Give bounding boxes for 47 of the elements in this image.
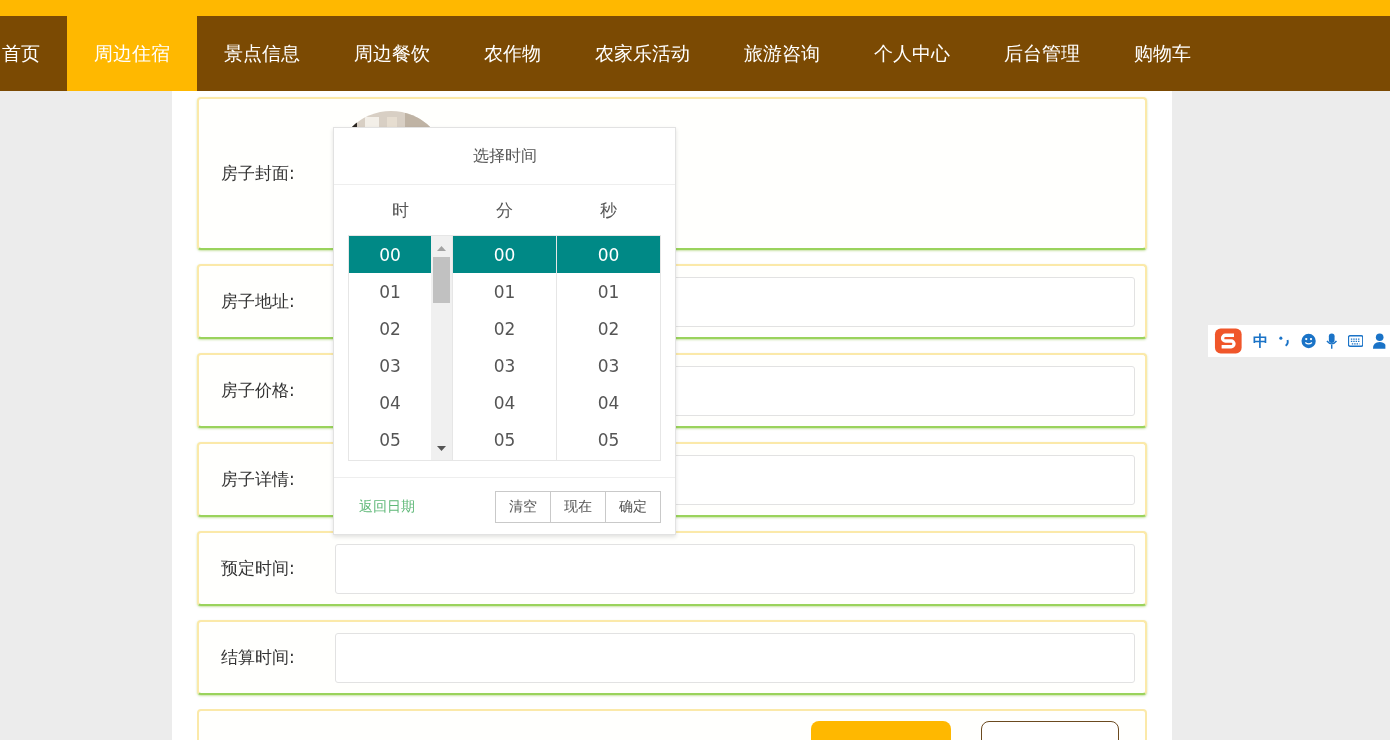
nav-item[interactable]: 农家乐活动 (568, 16, 717, 91)
picker-button[interactable]: 确定 (605, 490, 661, 523)
time-option[interactable]: 04 (453, 384, 556, 421)
field-label: 房子地址: (221, 290, 296, 313)
nav-item[interactable]: 个人中心 (847, 16, 977, 91)
field-label: 结算时间: (221, 646, 296, 669)
keyboard-icon[interactable] (1347, 335, 1363, 347)
time-option[interactable]: 05 (453, 421, 556, 458)
time-option[interactable]: 05 (557, 421, 660, 458)
time-option[interactable]: 05 (349, 421, 431, 458)
scrollbar[interactable] (431, 236, 452, 460)
picker-button[interactable]: 现在 (550, 490, 606, 523)
time-option[interactable]: 02 (453, 310, 556, 347)
nav-item[interactable]: 旅游咨询 (717, 16, 847, 91)
nav-item[interactable]: 购物车 (1107, 16, 1218, 91)
time-option[interactable]: 01 (557, 273, 660, 310)
nav-item[interactable]: 周边餐饮 (327, 16, 457, 91)
picker-button[interactable]: 清空 (495, 490, 551, 523)
field-label: 预定时间: (221, 557, 296, 580)
time-option[interactable]: 04 (557, 384, 660, 421)
time-option[interactable]: 00 (453, 236, 556, 273)
microphone-icon[interactable] (1326, 332, 1338, 350)
time-option[interactable]: 00 (557, 236, 660, 273)
field-label: 房子封面: (221, 162, 296, 185)
field-label: 房子详情: (221, 468, 296, 491)
nav-item[interactable]: 景点信息 (197, 16, 327, 91)
s-logo-icon[interactable] (1214, 327, 1243, 355)
punctuation-icon[interactable] (1277, 334, 1291, 348)
input-field[interactable] (335, 632, 1135, 683)
time-option[interactable]: 01 (349, 273, 431, 310)
time-option[interactable]: 02 (349, 310, 431, 347)
time-option[interactable]: 03 (557, 347, 660, 384)
nav-item[interactable]: 后台管理 (977, 16, 1107, 91)
time-option[interactable]: 00 (349, 236, 431, 273)
input-field[interactable] (335, 543, 1135, 594)
time-option[interactable]: 03 (453, 347, 556, 384)
column-header: 分 (495, 198, 514, 222)
column-header: 秒 (599, 198, 619, 222)
field-label: 房子价格: (221, 379, 296, 402)
input-mode[interactable]: 中 (1252, 331, 1268, 351)
time-option[interactable]: 01 (453, 273, 556, 310)
time-option[interactable]: 02 (557, 310, 660, 347)
time-option[interactable]: 03 (349, 347, 431, 384)
smiley-icon[interactable] (1300, 333, 1317, 349)
nav-item[interactable]: 首页 (0, 16, 67, 91)
time-option[interactable]: 04 (349, 384, 431, 421)
nav-item[interactable]: 农作物 (457, 16, 568, 91)
